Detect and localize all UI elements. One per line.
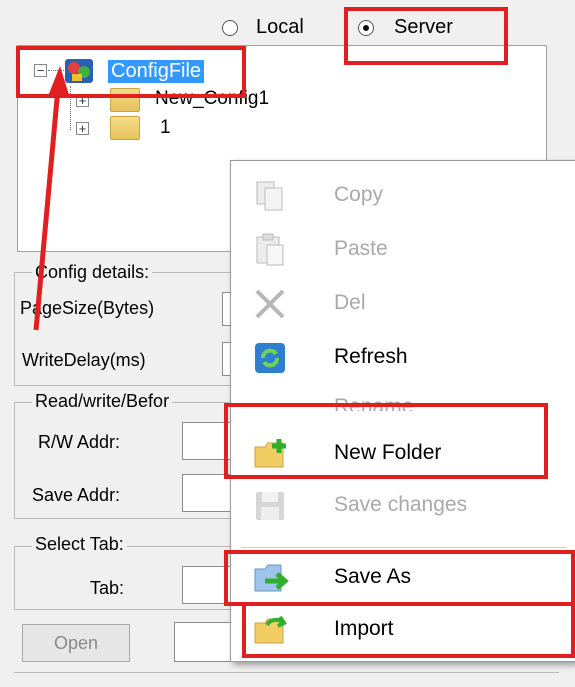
open-button[interactable]: Open <box>22 624 130 662</box>
save-icon <box>253 489 287 523</box>
menu-item-label: Del <box>334 291 366 314</box>
read-write-title: Read/write/Befor <box>32 391 173 412</box>
write-delay-label: WriteDelay(ms) <box>22 350 146 370</box>
menu-item-refresh[interactable]: Refresh <box>231 335 575 381</box>
highlight-import <box>242 602 575 658</box>
menu-item-label: Refresh <box>334 345 408 368</box>
delete-icon <box>253 287 287 321</box>
refresh-icon <box>253 341 287 375</box>
local-radio-label[interactable]: Local <box>256 16 304 39</box>
bottom-divider <box>14 672 559 673</box>
tree-item-1[interactable]: 1 <box>160 117 171 139</box>
menu-item-save-changes[interactable]: Save changes <box>231 483 575 529</box>
menu-separator <box>241 547 566 548</box>
select-tab-title: Select Tab: <box>32 534 127 555</box>
rw-addr-label: R/W Addr: <box>38 432 121 452</box>
paste-icon <box>253 233 287 267</box>
menu-item-label: Copy <box>334 183 384 206</box>
local-radio[interactable] <box>222 20 238 36</box>
menu-item-label: Save changes <box>334 493 468 516</box>
menu-item-delete[interactable]: Del <box>231 281 575 327</box>
menu-item-copy[interactable]: Copy <box>231 173 575 219</box>
menu-item-label: Paste <box>334 237 388 260</box>
annotation-arrow <box>33 66 70 331</box>
folder-icon <box>110 116 140 140</box>
highlight-new-folder <box>224 403 548 479</box>
save-addr-label: Save Addr: <box>32 485 121 505</box>
highlight-save-as <box>224 550 575 606</box>
highlight-server-radio <box>344 7 508 65</box>
tab-label: Tab: <box>90 578 125 598</box>
copy-icon <box>253 179 287 213</box>
menu-item-paste[interactable]: Paste <box>231 227 575 273</box>
